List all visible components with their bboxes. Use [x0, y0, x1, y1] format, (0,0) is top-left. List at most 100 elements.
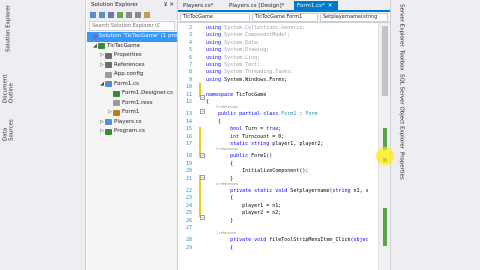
references-icon	[105, 62, 112, 69]
collapse-toggle-icon[interactable]: −	[200, 153, 205, 158]
tree-item[interactable]: ◢ Form1.cs	[87, 80, 177, 90]
code-token: public	[230, 153, 249, 160]
csharp-project-icon	[98, 43, 105, 50]
collapse-toggle-icon[interactable]: −	[200, 175, 205, 180]
code-navigation-bar: TicTocGame TicTocGame.Form1 Setplayernam…	[178, 12, 390, 23]
code-token: int	[230, 133, 240, 140]
right-strip-tab[interactable]: SQL Server Object Explorer	[396, 73, 407, 149]
code-editor[interactable]: 2 using System.Collections.Generic; 3 using…	[178, 23, 390, 270]
solution-explorer-title-bar: Solution Explorer ⊻ ✕	[87, 0, 177, 10]
sync-icon[interactable]	[117, 12, 123, 18]
codelens-references[interactable]: 0 references	[216, 182, 238, 186]
left-strip-tab[interactable]: Solution Explorer	[3, 3, 14, 53]
show-all-files-icon[interactable]	[135, 12, 141, 18]
form-icon	[105, 81, 112, 88]
project-dropdown[interactable]: TicTocGame	[180, 13, 250, 22]
code-token: public partial class	[218, 111, 279, 118]
line-number: 14	[185, 118, 192, 125]
code-token: }	[206, 217, 234, 224]
left-strip-tab[interactable]: Document Outline	[3, 55, 15, 104]
tree-item[interactable]: Form1.Designer.cs	[87, 89, 177, 99]
line-number: 22	[185, 188, 192, 194]
code-token: System.ComponentModel;	[221, 32, 291, 39]
tab-form1-cs[interactable]: Form1.cs* ✕	[294, 1, 338, 12]
left-strip-tab[interactable]: Data Sources	[3, 105, 15, 141]
code-token: System.Linq;	[221, 54, 261, 61]
line-number: 16	[185, 133, 192, 140]
code-token: string	[332, 188, 351, 194]
collapse-toggle-icon[interactable]: −	[200, 109, 205, 114]
line-number: 29	[185, 244, 192, 251]
code-token: namespace	[206, 91, 234, 98]
code-token: using	[206, 69, 222, 76]
code-line: }	[206, 218, 233, 224]
pin-icon[interactable]: ⊻ ✕	[164, 0, 174, 10]
code-token: InitializeComponent();	[206, 168, 309, 175]
tab-players-design[interactable]: Players.cs [Design]*	[226, 1, 292, 12]
solution-explorer-toolbar	[87, 10, 177, 20]
code-token: player1 = n1;	[206, 202, 282, 209]
tree-item[interactable]: ▷ References	[87, 61, 177, 71]
collapse-toggle-icon[interactable]: −	[200, 215, 205, 220]
line-number: 2	[188, 25, 192, 31]
close-icon[interactable]: ✕	[328, 3, 333, 9]
forward-icon[interactable]	[99, 12, 105, 18]
tree-item[interactable]: ▷ Properties	[87, 51, 177, 61]
tree-item-label: Form1.cs	[114, 80, 139, 87]
scrollbar-thumb[interactable]	[382, 26, 388, 96]
code-token: player1, player2;	[269, 141, 324, 147]
code-line: namespace TicTocGame	[206, 92, 266, 98]
codelens-references[interactable]: 3 references	[216, 105, 238, 109]
collapse-toggle-icon[interactable]: −	[200, 95, 205, 100]
back-icon[interactable]	[90, 12, 96, 18]
code-token: Form1()	[248, 153, 273, 160]
tree-item[interactable]: ◢ TicTacGame	[87, 42, 177, 52]
home-icon[interactable]	[108, 12, 114, 18]
class-dropdown[interactable]: TicTocGame.Form1	[252, 13, 318, 22]
code-line: {	[206, 195, 233, 201]
resx-file-icon	[113, 100, 120, 107]
member-dropdown[interactable]: Setplayername(string	[320, 13, 388, 22]
tree-item[interactable]: ▷ Program.cs	[87, 127, 177, 137]
line-number: 5	[188, 47, 192, 54]
line-number: 12	[185, 99, 192, 105]
code-line: using System.Collections.Generic;	[206, 25, 305, 31]
line-number: 6	[188, 54, 192, 61]
line-number: 24	[185, 202, 192, 209]
collapse-all-icon[interactable]	[126, 12, 132, 18]
code-token: player2 = n2;	[206, 210, 282, 217]
code-token: using	[206, 32, 222, 39]
line-number: 26	[185, 217, 192, 224]
code-line: {	[206, 245, 233, 251]
code-line: using System.Linq;	[206, 55, 260, 61]
wrench-icon	[105, 52, 112, 59]
tree-item[interactable]: App.config	[87, 70, 177, 80]
solution-search-input[interactable]: Search Solution Explorer (C	[89, 21, 175, 31]
codelens-references[interactable]: 0 references	[216, 147, 238, 151]
right-strip-tab[interactable]: Properties	[396, 151, 407, 181]
code-token: Setplayername(	[287, 188, 333, 194]
code-line: public partial class Form1 : Form	[206, 111, 317, 117]
tree-item-label: Program.cs	[114, 128, 145, 134]
code-token: using	[206, 39, 222, 46]
line-number: 23	[185, 195, 192, 202]
line-number: 25	[185, 210, 192, 217]
panel-title: Solution Explorer	[91, 2, 139, 8]
tree-item[interactable]: ▷ Players.cs	[87, 118, 177, 128]
code-token: {	[206, 99, 210, 105]
tab-players-cs[interactable]: Players.cs*	[180, 1, 224, 12]
tree-item[interactable]: ▷ Form1	[87, 108, 177, 118]
codelens-references[interactable]: 1 reference	[216, 231, 236, 235]
document-tab-bar: Players.cs* Players.cs [Design]* Form1.c…	[178, 0, 390, 12]
right-strip-tab[interactable]: Toolbox	[396, 49, 407, 71]
tree-item[interactable]: Solution 'TicTacGame' (1 pro	[87, 32, 177, 42]
line-number: 15	[185, 126, 192, 133]
change-marker	[383, 208, 387, 246]
tree-item[interactable]: Form1.resx	[87, 99, 177, 109]
tree-item-label: Form1	[122, 109, 140, 115]
properties-icon[interactable]	[144, 12, 150, 18]
right-strip-tab[interactable]: Server Explorer	[396, 3, 407, 47]
code-token: using	[206, 25, 222, 31]
